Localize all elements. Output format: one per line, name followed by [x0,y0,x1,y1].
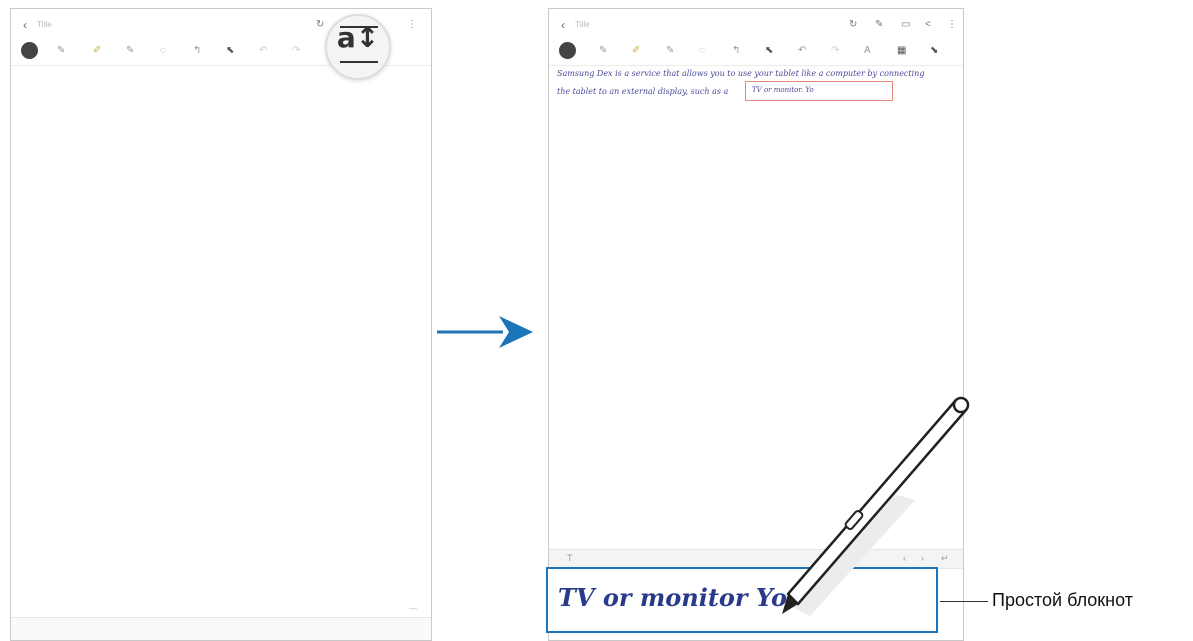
edit-icon[interactable]: ✎ [875,19,883,30]
left-phone-screen: ‹ Title ↻ ⋮ ✎ ✐ ✎ ◌ ↰ ⬉ ↶ ↷ — [10,8,432,641]
more-options-icon[interactable]: ⋮ [947,19,957,30]
note-header: ‹ Title ↻ ✎ ▭ < ⋮ [549,17,963,37]
text-toggle-icon[interactable]: T [567,553,573,563]
eraser-icon[interactable]: ◌ [699,45,705,56]
eraser-icon[interactable]: ◌ [160,45,166,56]
color-picker-icon[interactable] [21,42,38,59]
pen-settings-icon[interactable]: ⬊ [930,45,938,56]
selection-icon[interactable]: ⬉ [226,45,234,56]
redo-icon[interactable]: ↷ [831,45,839,56]
pencil-icon[interactable]: ✎ [666,45,674,56]
highlighter-icon[interactable]: ✐ [93,45,101,56]
back-arrow-icon[interactable]: ‹ [561,18,565,32]
transition-arrow-icon [437,316,533,348]
pen-icon[interactable]: ✎ [599,45,607,56]
s-pen-icon [782,396,970,616]
back-arrow-icon[interactable]: ‹ [23,18,27,32]
pen-icon[interactable]: ✎ [57,45,65,56]
callout-label: Простой блокнот [992,590,1133,610]
converted-text-box[interactable]: TV or monitor. Yo [745,81,893,101]
handwriting-line-1: Samsung Dex is a service that allows you… [557,69,925,78]
convert-action-icon[interactable]: ↻ [849,19,857,30]
toolbar-divider [549,65,963,66]
glyph-underline [340,61,378,63]
text-convert-icon[interactable]: ▦ [897,45,906,56]
lasso-icon[interactable]: ↰ [732,45,740,56]
callout-line [940,601,988,602]
highlighter-icon[interactable]: ✐ [632,45,640,56]
title-field[interactable]: Title [575,20,590,29]
more-options-icon[interactable]: ⋮ [407,19,417,30]
pencil-icon[interactable]: ✎ [126,45,134,56]
undo-icon[interactable]: ↶ [259,45,267,56]
color-picker-icon[interactable] [559,42,576,59]
redo-icon[interactable]: ↷ [292,45,300,56]
page-indicator: — [409,604,417,613]
bottom-bar [11,618,431,640]
share-icon[interactable]: < [925,19,931,30]
page-icon[interactable]: ▭ [901,19,910,30]
selection-icon[interactable]: ⬉ [765,45,773,56]
drawing-toolbar: ✎ ✐ ✎ ◌ ↰ ⬉ ↶ ↷ A ▦ ⬊ [549,42,963,64]
undo-icon[interactable]: ↶ [798,45,806,56]
text-convert-icon-magnified[interactable]: a↕ [325,14,391,80]
title-field[interactable]: Title [37,20,52,29]
text-convert-icon: a↕ [336,21,380,54]
convert-action-icon[interactable]: ↻ [316,19,324,30]
handwriting-line-2: the tablet to an external display, such … [557,87,729,96]
lasso-icon[interactable]: ↰ [193,45,201,56]
text-mode-icon[interactable]: A [864,45,871,56]
converted-text: TV or monitor. Yo [752,86,814,94]
